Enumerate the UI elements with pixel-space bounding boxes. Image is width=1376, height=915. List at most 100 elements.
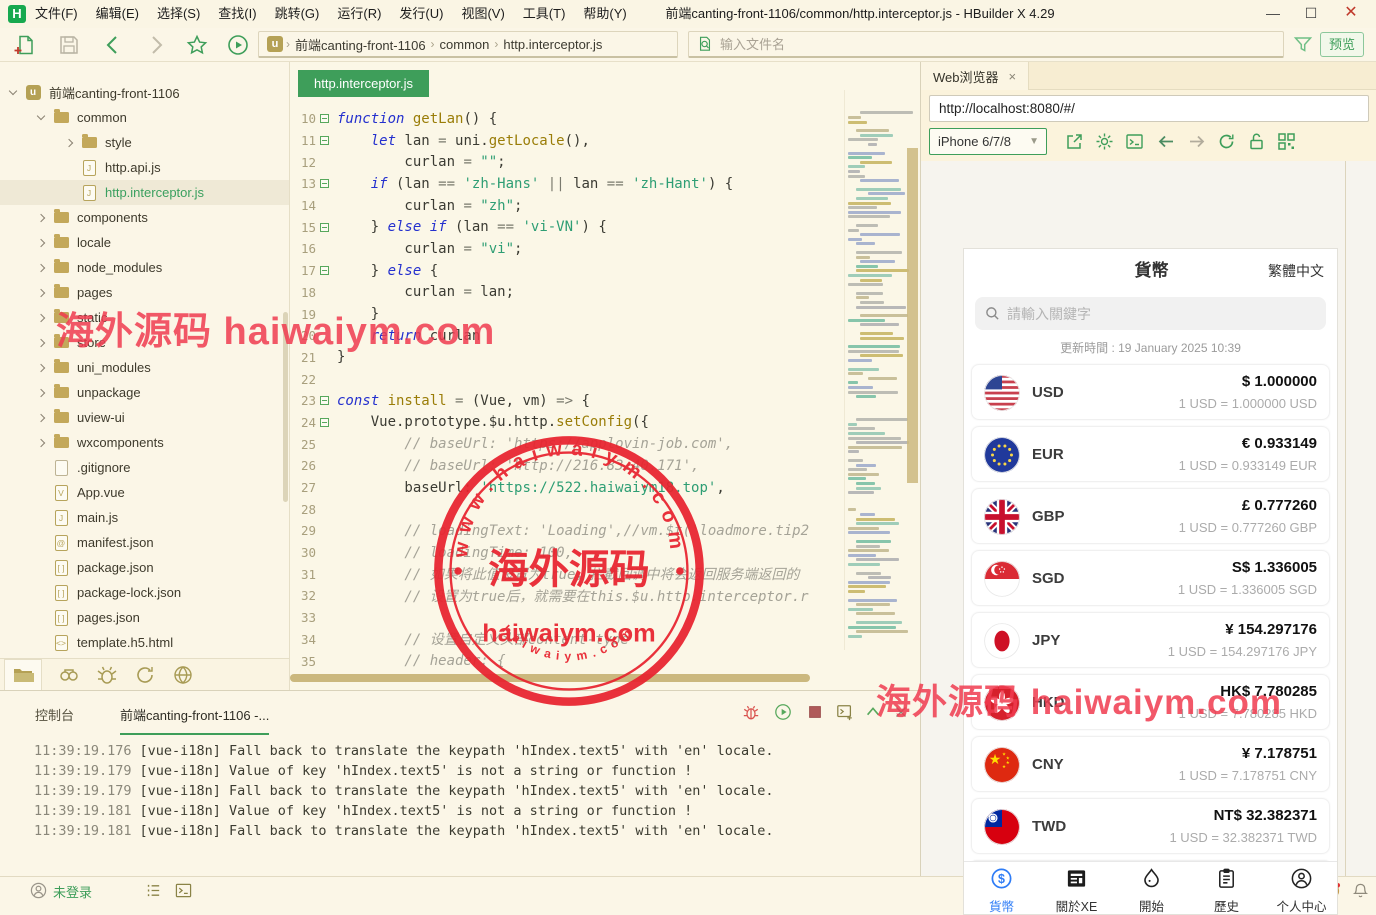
tree-expand-arrow[interactable] [37, 338, 45, 346]
line-number[interactable]: 20 [290, 328, 316, 343]
tree-expand-arrow[interactable] [37, 388, 45, 396]
tree-expand-arrow[interactable] [37, 238, 45, 246]
tree-item[interactable]: [ ]pages.json [0, 605, 290, 630]
unlock-icon[interactable] [1247, 132, 1266, 151]
editor-vertical-scrollbar[interactable] [907, 148, 918, 483]
currency-row[interactable]: ★★★★★ CNY ¥ 7.178751 1 USD = 7.178751 CN… [971, 736, 1330, 792]
search-panel-icon[interactable] [58, 664, 80, 686]
new-file-icon[interactable] [14, 34, 36, 56]
fold-marker[interactable] [320, 266, 329, 275]
minimap[interactable] [844, 90, 920, 650]
language-switch[interactable]: 繁體中文 [1268, 249, 1324, 293]
line-number[interactable]: 30 [290, 545, 316, 560]
tree-expand-arrow[interactable] [37, 263, 45, 271]
stop-icon[interactable] [806, 703, 824, 721]
reload-icon[interactable] [1217, 132, 1236, 151]
line-number[interactable]: 26 [290, 458, 316, 473]
save-icon[interactable] [58, 34, 80, 56]
line-number[interactable]: 16 [290, 241, 316, 256]
editor-horizontal-scrollbar[interactable] [290, 674, 810, 682]
back-icon[interactable] [102, 34, 124, 56]
currency-row[interactable]: TWD NT$ 32.382371 1 USD = 32.382371 TWD [971, 798, 1330, 854]
fold-marker[interactable] [320, 396, 329, 405]
nav-item[interactable]: 个人中心 [1264, 862, 1338, 914]
close-console-icon[interactable] [892, 703, 910, 721]
line-number[interactable]: 19 [290, 307, 316, 322]
line-number[interactable]: 34 [290, 632, 316, 647]
tab-web-browser[interactable]: Web浏览器 × [921, 62, 1029, 90]
fold-marker[interactable] [320, 418, 329, 427]
nav-forward-icon[interactable] [1187, 132, 1206, 151]
refresh-panel-icon[interactable] [134, 664, 156, 686]
tree-item[interactable]: Jmain.js [0, 505, 290, 530]
line-number[interactable]: 11 [290, 133, 316, 148]
preview-scrollbar[interactable] [1345, 161, 1346, 876]
line-number[interactable]: 33 [290, 610, 316, 625]
tree-collapse-arrow[interactable] [37, 112, 45, 120]
maximize-button[interactable]: ☐ [1296, 0, 1326, 28]
run-icon[interactable] [227, 34, 249, 56]
browser-tab-close-icon[interactable]: × [1009, 69, 1017, 84]
tree-expand-arrow[interactable] [37, 413, 45, 421]
devtools-console-icon[interactable] [1125, 132, 1144, 151]
nav-item[interactable]: 歷史 [1189, 862, 1264, 914]
device-selector[interactable]: iPhone 6/7/8▼ [929, 128, 1047, 155]
tree-item[interactable]: u前端canting-front-1106 [0, 80, 290, 105]
account-icon[interactable] [30, 882, 47, 899]
menu-item[interactable]: 查找(I) [209, 0, 265, 28]
tree-item[interactable]: pages [0, 280, 290, 305]
currency-row[interactable]: JPY ¥ 154.297176 1 USD = 154.297176 JPY [971, 612, 1330, 668]
terminal-status-icon[interactable] [175, 882, 192, 899]
tree-item[interactable]: store [0, 330, 290, 355]
editor-tab[interactable]: http.interceptor.js [298, 70, 429, 97]
fold-marker[interactable] [320, 136, 329, 145]
line-number[interactable]: 32 [290, 588, 316, 603]
nav-item[interactable]: 關於XE [1039, 862, 1114, 914]
tree-item[interactable]: common [0, 105, 290, 130]
tree-expand-arrow[interactable] [37, 438, 45, 446]
nav-back-icon[interactable] [1157, 132, 1176, 151]
tree-item[interactable]: locale [0, 230, 290, 255]
filter-funnel-icon[interactable] [1293, 35, 1313, 55]
url-input[interactable] [930, 96, 1368, 121]
preview-button[interactable]: 预览 [1320, 32, 1364, 57]
tree-item[interactable]: static [0, 305, 290, 330]
file-search-box[interactable] [688, 31, 1284, 58]
line-number[interactable]: 25 [290, 437, 316, 452]
minimize-button[interactable]: — [1258, 0, 1288, 28]
tree-expand-arrow[interactable] [65, 138, 73, 146]
collapse-console-icon[interactable] [864, 703, 882, 721]
tree-item[interactable]: .gitignore [0, 455, 290, 480]
currency-search-bar[interactable]: 請輸入關鍵字 [975, 297, 1326, 330]
tree-item[interactable]: style [0, 130, 290, 155]
tree-item[interactable]: uview-ui [0, 405, 290, 430]
menu-item[interactable]: 运行(R) [328, 0, 390, 28]
nav-item[interactable]: 開始 [1114, 862, 1189, 914]
tree-item[interactable]: @manifest.json [0, 530, 290, 555]
menu-item[interactable]: 选择(S) [148, 0, 209, 28]
menu-item[interactable]: 发行(U) [390, 0, 452, 28]
line-number[interactable]: 12 [290, 155, 316, 170]
tree-item[interactable]: wxcomponents [0, 430, 290, 455]
tree-item[interactable]: VApp.vue [0, 480, 290, 505]
debug-panel-icon[interactable] [96, 664, 118, 686]
files-panel-tab[interactable] [4, 659, 42, 690]
terminal-plus-icon[interactable] [836, 703, 854, 721]
settings-gear-icon[interactable] [1095, 132, 1114, 151]
fold-marker[interactable] [320, 223, 329, 232]
menu-item[interactable]: 视图(V) [452, 0, 513, 28]
breadcrumb-item[interactable]: 前端canting-front-1106 [295, 35, 426, 54]
close-button[interactable]: ✕ [1336, 0, 1366, 28]
nav-item[interactable]: $ 貨幣 [964, 862, 1039, 914]
url-bar[interactable] [929, 95, 1369, 122]
line-number[interactable]: 29 [290, 523, 316, 538]
line-number[interactable]: 15 [290, 220, 316, 235]
tab-project-console[interactable]: 前端canting-front-1106 -... [120, 705, 269, 735]
line-number[interactable]: 21 [290, 350, 316, 365]
code-editor[interactable]: http.interceptor.js 10function getLan() … [290, 62, 920, 690]
menu-item[interactable]: 编辑(E) [87, 0, 148, 28]
menu-item[interactable]: 文件(F) [26, 0, 87, 28]
currency-row[interactable]: SGD S$ 1.336005 1 USD = 1.336005 SGD [971, 550, 1330, 606]
breadcrumb-item[interactable]: http.interceptor.js [503, 37, 602, 52]
tree-item[interactable]: node_modules [0, 255, 290, 280]
